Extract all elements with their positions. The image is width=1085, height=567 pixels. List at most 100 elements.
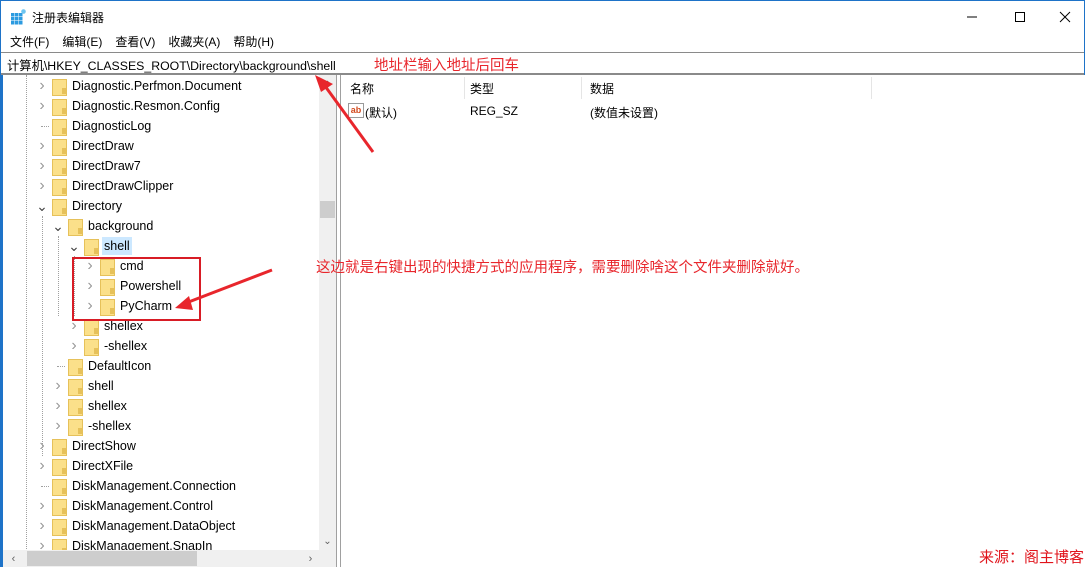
scroll-down-icon[interactable]: ⌄ (319, 533, 336, 550)
chevron-right-icon[interactable]: › (35, 76, 49, 96)
folder-icon (51, 158, 67, 176)
scroll-right-icon[interactable]: › (302, 550, 319, 567)
tree-item-label: DirectXFile (72, 459, 134, 473)
highlight-box (72, 257, 201, 321)
tree-item-label: -shellex (88, 419, 132, 433)
tree-connector (35, 476, 49, 496)
value-name: (默认) (365, 106, 397, 120)
chevron-down-icon[interactable]: ⌄ (35, 196, 49, 216)
scroll-thumb[interactable] (320, 201, 335, 218)
menu-favorites[interactable]: 收藏夹(A) (168, 33, 220, 50)
folder-icon (51, 458, 67, 476)
tree-item[interactable]: › DirectDraw7 (35, 156, 143, 176)
folder-icon (83, 238, 99, 256)
window-title: 注册表编辑器 (32, 11, 105, 25)
maximize-button[interactable] (997, 1, 1043, 32)
tree-item[interactable]: › DirectXFile (35, 456, 135, 476)
tree-item[interactable]: ⌄ Directory (35, 196, 124, 216)
tree-item-label: DirectDraw (72, 139, 134, 153)
chevron-right-icon[interactable]: › (51, 416, 65, 436)
tree-item-label: DefaultIcon (88, 359, 152, 373)
chevron-down-icon[interactable]: ⌄ (67, 236, 81, 256)
address-input[interactable]: 计算机\HKEY_CLASSES_ROOT\Directory\backgrou… (7, 56, 336, 74)
menu-edit[interactable]: 编辑(E) (62, 33, 102, 50)
chevron-down-icon[interactable]: ⌄ (51, 216, 65, 236)
tree-item[interactable]: DefaultIcon (51, 356, 153, 376)
menu-help[interactable]: 帮助(H) (233, 33, 274, 50)
tree-item[interactable]: › -shellex (67, 336, 149, 356)
folder-icon (51, 118, 67, 136)
tree-annotation: 这边就是右键出现的快捷方式的应用程序，需要删除啥这个文件夹删除就好。 (316, 260, 809, 276)
chevron-right-icon[interactable]: › (35, 456, 49, 476)
value-data: (数值未设置) (590, 106, 658, 120)
folder-icon (67, 378, 83, 396)
minimize-icon (967, 16, 977, 17)
chevron-right-icon[interactable]: › (35, 136, 49, 156)
value-type: REG_SZ (470, 104, 519, 118)
address-annotation: 地址栏输入地址后回车 (374, 58, 519, 74)
folder-icon (51, 78, 67, 96)
tree-item[interactable]: › DirectDraw (35, 136, 136, 156)
tree-item[interactable]: › -shellex (51, 416, 133, 436)
chevron-right-icon[interactable]: › (35, 96, 49, 116)
tree-item[interactable]: › DirectShow (35, 436, 138, 456)
tree-horizontal-scrollbar[interactable]: ‹ › (3, 550, 319, 567)
menu-file[interactable]: 文件(F) (10, 33, 49, 50)
source-watermark: 来源：阁主博客 (979, 548, 1085, 566)
hscroll-thumb[interactable] (27, 551, 197, 566)
tree-item[interactable]: › Diagnostic.Perfmon.Document (35, 76, 244, 96)
scroll-left-icon[interactable]: ‹ (5, 550, 22, 567)
value-row[interactable]: ab (默认) REG_SZ (数值未设置) (341, 101, 941, 121)
tree-item[interactable]: DiagnosticLog (35, 116, 153, 136)
minimize-button[interactable] (949, 1, 995, 32)
tree-item[interactable]: ⌄ background (51, 216, 155, 236)
column-header-name[interactable]: 名称 (341, 77, 465, 99)
tree-connector (35, 116, 49, 136)
registry-editor-icon (11, 9, 26, 25)
tree-item-label: Directory (72, 199, 123, 213)
menu-bar: 文件(F) 编辑(E) 查看(V) 收藏夹(A) 帮助(H) (1, 31, 1084, 52)
tree-connector (51, 356, 65, 376)
tree-vertical-scrollbar[interactable]: ⌃ ⌄ (319, 75, 336, 550)
close-button[interactable] (1042, 1, 1085, 32)
chevron-right-icon[interactable]: › (51, 396, 65, 416)
tree-item[interactable]: › DiskManagement.Control (35, 496, 215, 516)
folder-icon (67, 398, 83, 416)
chevron-right-icon[interactable]: › (35, 496, 49, 516)
address-bar[interactable]: 计算机\HKEY_CLASSES_ROOT\Directory\backgrou… (1, 52, 1084, 75)
folder-icon (51, 198, 67, 216)
tree-item[interactable]: DiskManagement.Connection (35, 476, 238, 496)
chevron-right-icon[interactable]: › (67, 336, 81, 356)
tree-item-label: DiagnosticLog (72, 119, 152, 133)
chevron-right-icon[interactable]: › (35, 176, 49, 196)
folder-icon (83, 338, 99, 356)
column-header-data[interactable]: 数据 (581, 77, 872, 99)
column-header-type[interactable]: 类型 (461, 77, 582, 99)
tree-item[interactable]: › Diagnostic.Resmon.Config (35, 96, 222, 116)
tree-item[interactable]: › shell (51, 376, 116, 396)
folder-icon (51, 138, 67, 156)
scroll-up-icon[interactable]: ⌃ (319, 77, 336, 94)
scrollbar-corner (319, 550, 336, 567)
tree-item[interactable]: › shellex (51, 396, 129, 416)
tree-item[interactable]: › DiskManagement.DataObject (35, 516, 237, 536)
folder-icon (67, 418, 83, 436)
registry-tree: › Diagnostic.Perfmon.Document › Diagnostic.… (1, 75, 336, 567)
tree-item[interactable]: › DirectDrawClipper (35, 176, 175, 196)
chevron-right-icon[interactable]: › (35, 516, 49, 536)
close-icon (1059, 11, 1071, 22)
tree-item-label: -shellex (104, 339, 148, 353)
folder-icon (51, 518, 67, 536)
tree-item[interactable]: ⌄ shell (67, 236, 132, 256)
maximize-icon (1015, 11, 1025, 22)
menu-view[interactable]: 查看(V) (115, 33, 155, 50)
tree-item-label: shellex (88, 399, 127, 413)
values-list: 名称 类型 数据 ab (默认) REG_SZ (数值未设置) (341, 75, 1085, 567)
tree-item-label: DirectDraw7 (72, 159, 141, 173)
tree-item-label: Diagnostic.Perfmon.Document (72, 79, 242, 93)
tree-item-label: DiskManagement.DataObject (72, 519, 236, 533)
chevron-right-icon[interactable]: › (35, 156, 49, 176)
title-bar: 注册表编辑器 (1, 0, 1084, 31)
chevron-right-icon[interactable]: › (51, 376, 65, 396)
tree-item-label: background (88, 219, 154, 233)
